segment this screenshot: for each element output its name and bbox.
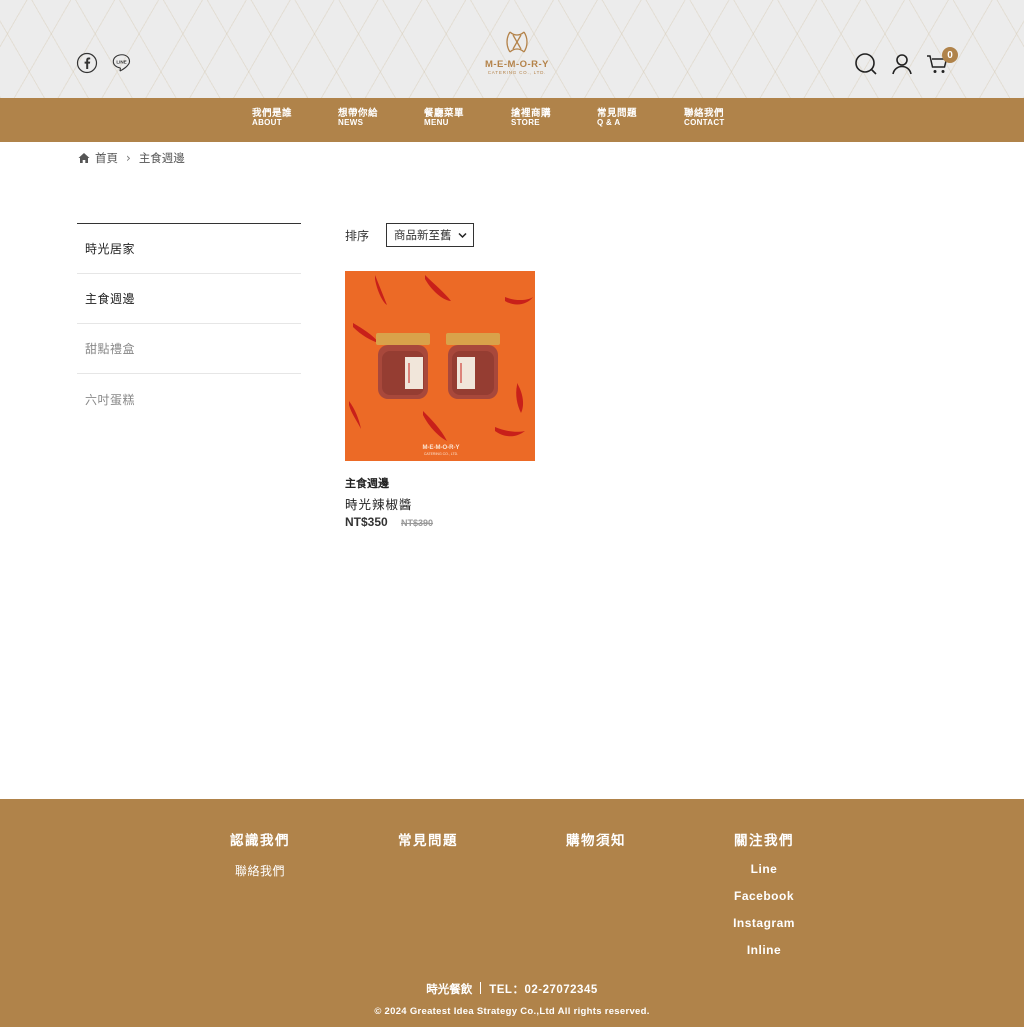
product-category: 主食週邊 [345, 477, 389, 490]
nav-item-store[interactable]: 搶裡商購 STORE [511, 109, 551, 127]
footer-col-about: 認識我們 聯絡我們 [200, 829, 320, 879]
site-footer: 認識我們 聯絡我們 常見問題 購物須知 關注我們 Line Facebook I… [0, 799, 1024, 1027]
product-photo: M-E-M-O-R-Y CATERING CO., LTD. [345, 271, 535, 461]
product-price: NT$350 [345, 515, 388, 529]
footer-link-facebook[interactable]: Facebook [704, 889, 824, 903]
chevron-down-icon [458, 232, 467, 239]
nav-item-contact[interactable]: 聯絡我們 CONTACT [684, 109, 725, 127]
footer-heading-shopping[interactable]: 購物須知 [566, 833, 626, 849]
home-icon [78, 153, 90, 163]
footer-heading-faq[interactable]: 常見問題 [398, 833, 458, 849]
sort-selected-value: 商品新至舊 [394, 228, 452, 242]
search-icon[interactable] [854, 52, 878, 76]
nav-item-menu[interactable]: 餐廳菜單 MENU [424, 109, 464, 127]
sidebar-item-home-living[interactable]: 時光居家 [77, 224, 301, 274]
sort-select[interactable]: 商品新至舊 [386, 223, 474, 247]
footer-col-faq: 常見問題 [368, 829, 488, 849]
sidebar-item-staple-goods[interactable]: 主食週邊 [77, 274, 301, 324]
footer-copyright: © 2024 Greatest Idea Strategy Co.,Ltd Al… [374, 1006, 650, 1017]
footer-col-shopping: 購物須知 [536, 829, 656, 849]
sidebar-item-dessert-boxes[interactable]: 甜點禮盒 [77, 324, 301, 374]
main-nav: 我們是誰 ABOUT 想帶你給 NEWS 餐廳菜單 MENU 搶裡商購 STOR… [0, 98, 1024, 142]
facebook-icon[interactable] [76, 52, 98, 74]
line-icon[interactable]: LINE [111, 52, 133, 74]
logo-subtitle: CATERING CO., LTD. [487, 70, 547, 75]
product-image[interactable]: M-E-M-O-R-Y CATERING CO., LTD. [345, 271, 535, 461]
footer-heading-about: 認識我們 [230, 833, 290, 849]
footer-link-instagram[interactable]: Instagram [704, 916, 824, 930]
logo-wordmark: M-E-M-O-R-Y [484, 59, 550, 70]
nav-item-qa[interactable]: 常見問題 Q & A [597, 109, 637, 127]
nav-item-news[interactable]: 想帶你給 NEWS [338, 109, 378, 127]
site-header: LINE M-E-M-O-R-Y CATERING CO., LTD. 0 [0, 0, 1024, 98]
svg-text:LINE: LINE [116, 59, 126, 64]
footer-company-name: 時光餐飲 [426, 982, 473, 996]
user-icon[interactable] [890, 52, 914, 76]
footer-contact: 時光餐飲 TEL：02-27072345 [0, 981, 1024, 997]
breadcrumb-home-link[interactable]: 首頁 [95, 150, 118, 166]
chili-jar-right [446, 333, 500, 399]
sort-label: 排序 [345, 229, 370, 243]
footer-link-contact[interactable]: 聯絡我們 [200, 862, 320, 879]
photo-brand-subtitle: CATERING CO., LTD. [424, 452, 458, 456]
brand-logo[interactable]: M-E-M-O-R-Y CATERING CO., LTD. [472, 30, 562, 78]
footer-heading-follow: 關注我們 [734, 833, 794, 849]
sidebar-item-six-inch-cakes[interactable]: 六吋蛋糕 [77, 374, 301, 424]
footer-tel: TEL：02-27072345 [489, 984, 598, 996]
chili-jar-left [376, 333, 430, 399]
footer-divider [480, 982, 482, 994]
breadcrumb-current: 主食週邊 [138, 151, 185, 165]
category-sidebar: 時光居家 主食週邊 甜點禮盒 六吋蛋糕 [77, 223, 301, 424]
footer-link-line[interactable]: Line [704, 862, 824, 876]
product-original-price: NT$390 [401, 518, 434, 528]
nav-item-about[interactable]: 我們是誰 ABOUT [252, 109, 292, 127]
cart-count-badge: 0 [942, 47, 958, 63]
breadcrumb: 首頁 › 主食週邊 [78, 150, 185, 166]
chevron-right-icon: › [126, 151, 131, 165]
photo-brand-text: M-E-M-O-R-Y [423, 445, 460, 451]
footer-link-inline[interactable]: Inline [704, 943, 824, 957]
product-name-link[interactable]: 時光辣椒醬 [345, 494, 413, 513]
footer-col-follow: 關注我們 Line Facebook Instagram Inline [704, 829, 824, 957]
logo-mark-icon [506, 31, 528, 53]
